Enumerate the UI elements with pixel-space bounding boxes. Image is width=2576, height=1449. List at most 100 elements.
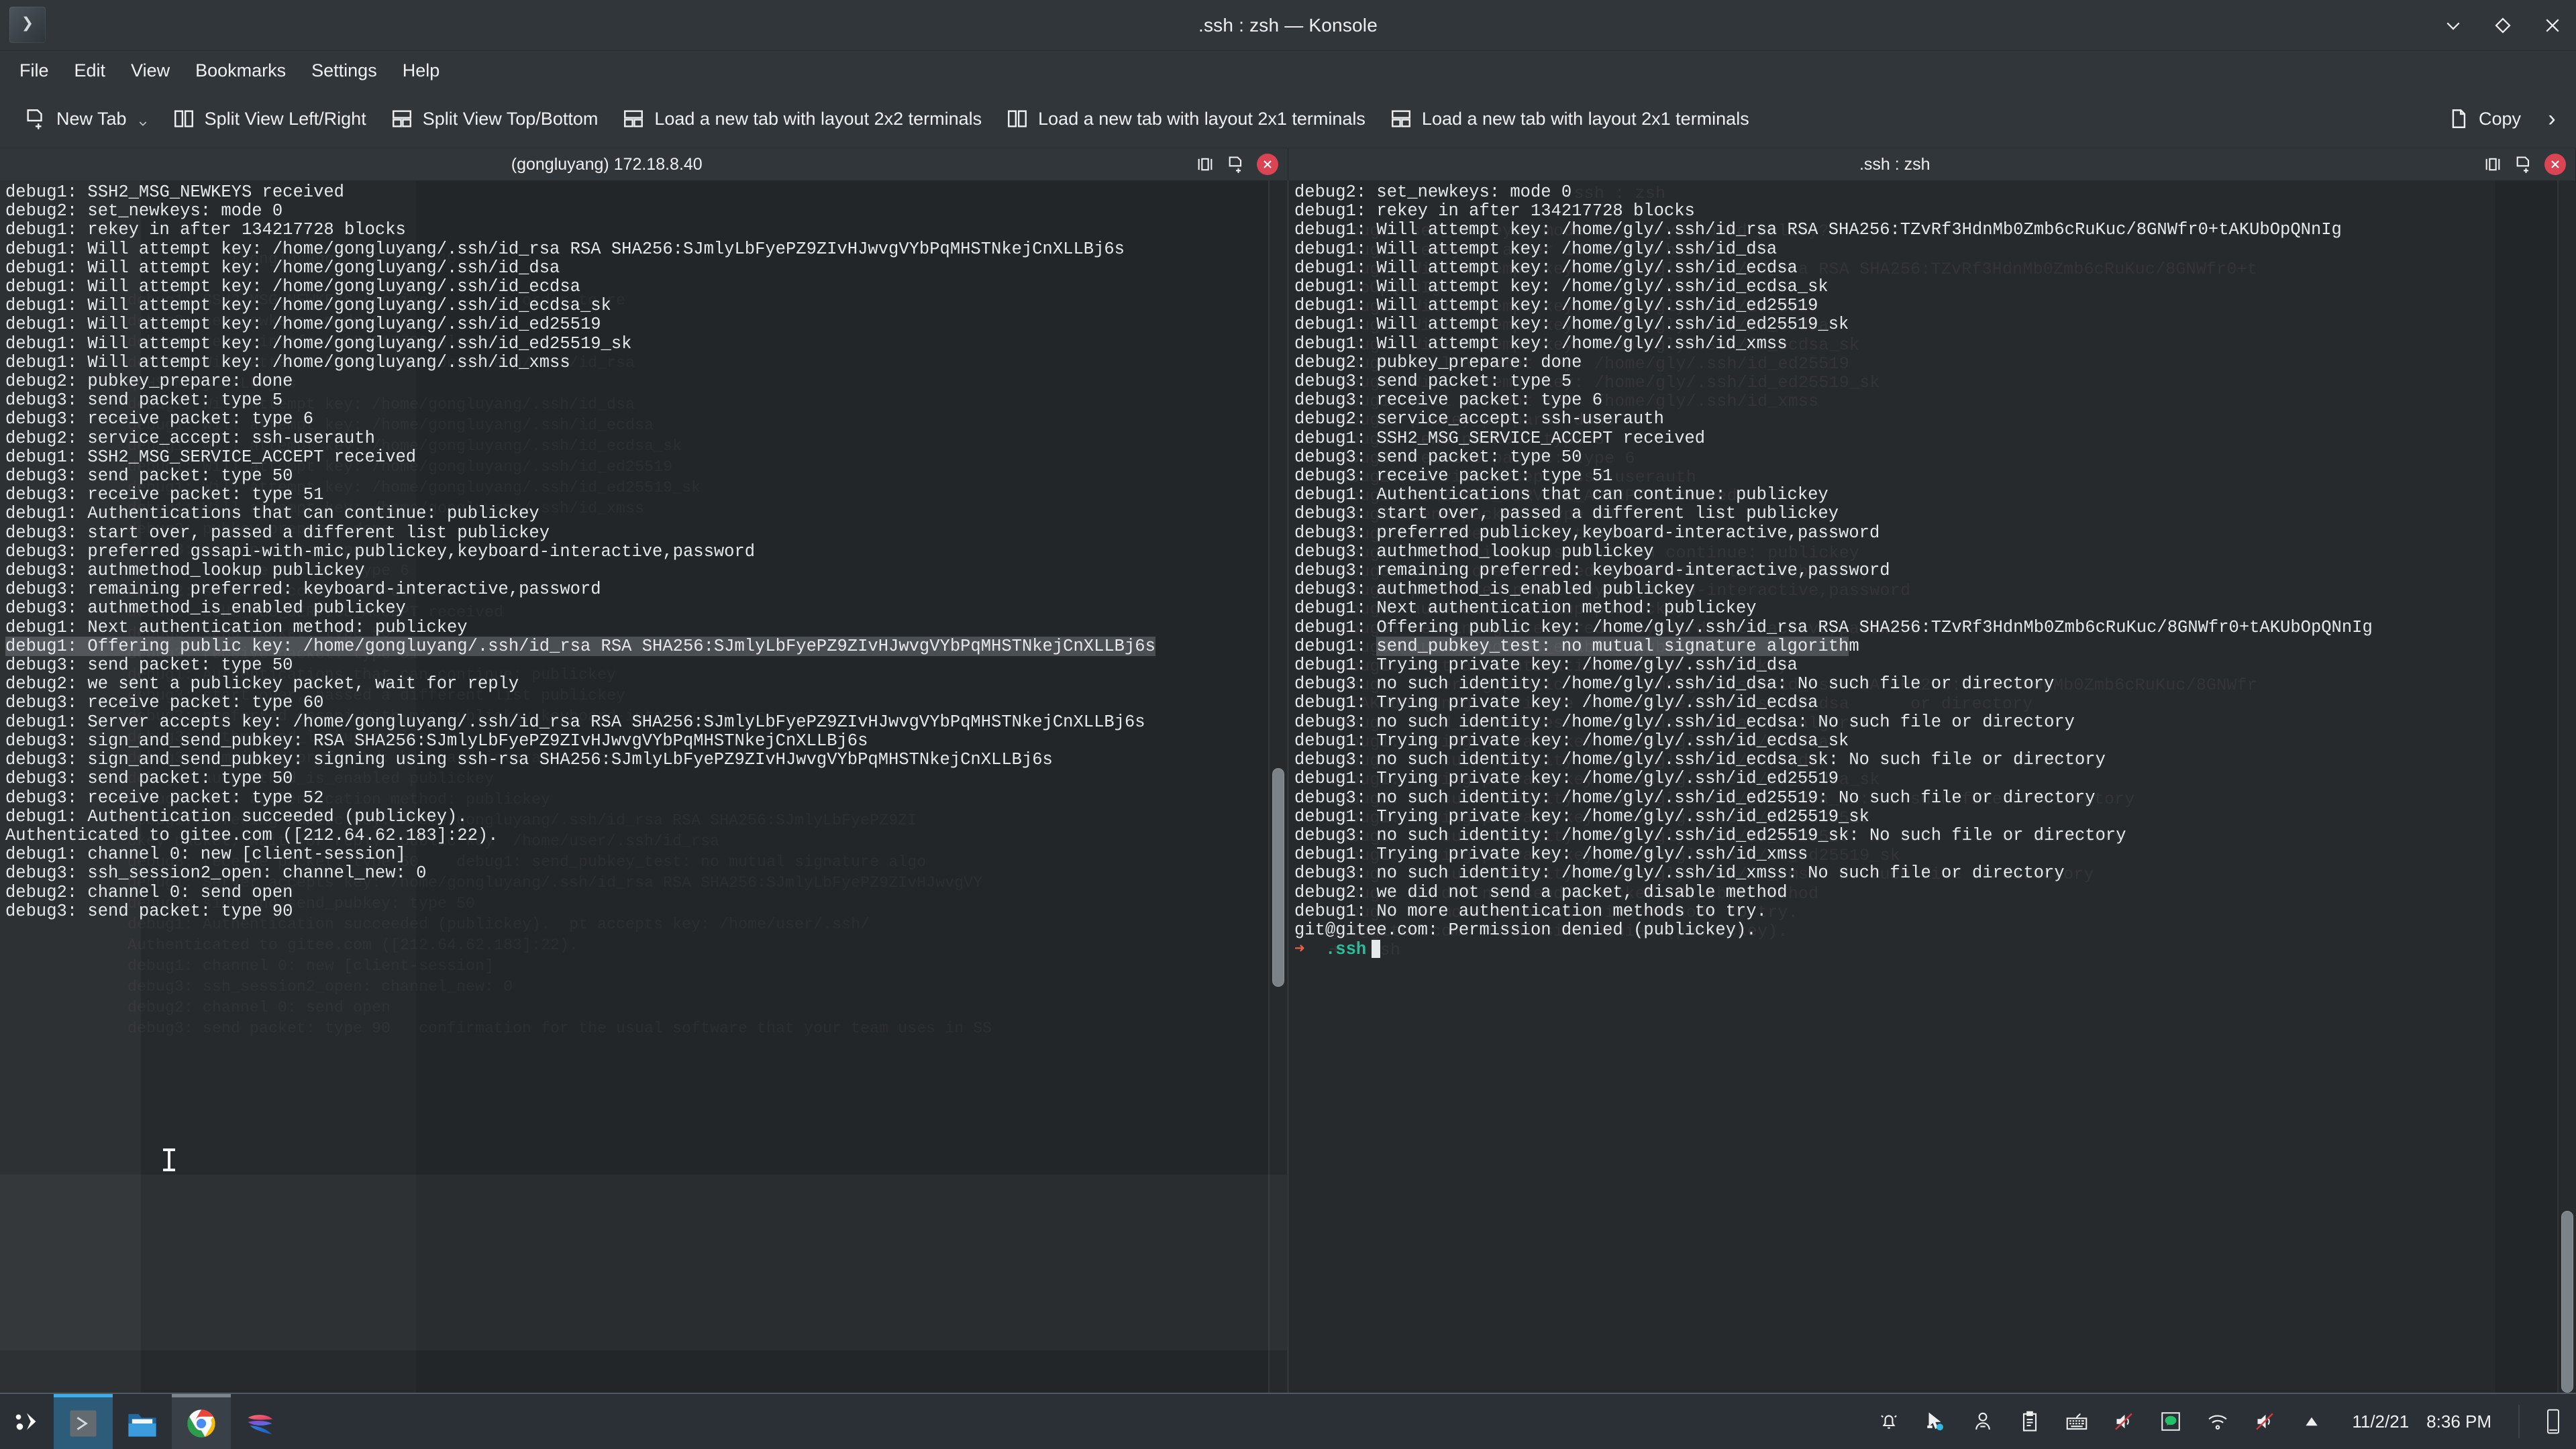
close-button[interactable] xyxy=(2541,14,2564,37)
terminal-left-scrollbar[interactable] xyxy=(1270,180,1287,1393)
terminal-line: debug3: receive packet: type 52 xyxy=(5,788,324,808)
terminal-line: debug3: receive packet: type 60 xyxy=(5,693,324,713)
clock-date: 11/2/21 xyxy=(2352,1411,2410,1432)
terminal-line: debug1: Will attempt key: /home/gly/.ssh… xyxy=(1294,296,1818,316)
layout-2x2-icon xyxy=(622,107,645,130)
terminal-line: Authenticated to gitee.com ([212.64.62.1… xyxy=(5,825,499,845)
terminal-line: debug1: Will attempt key: /home/gly/.ssh… xyxy=(1294,315,1849,335)
terminal-line: debug1: Will attempt key: /home/gly/.ssh… xyxy=(1294,333,1788,354)
volume-muted-icon[interactable] xyxy=(2110,1408,2137,1435)
new-tab-icon xyxy=(24,107,47,130)
taskbar-item-google-chrome[interactable] xyxy=(172,1394,231,1449)
tray-expand-icon[interactable] xyxy=(2298,1408,2325,1435)
tab-gongluyang[interactable]: (gongluyang) 172.18.8.40 xyxy=(0,148,1288,180)
toolbar-overflow-icon[interactable]: › xyxy=(2534,99,2569,139)
taskbar-item-konsole[interactable] xyxy=(54,1394,113,1449)
terminal-line: debug3: send packet: type 50 xyxy=(5,466,293,486)
terminal-line: debug3: no such identity: /home/gly/.ssh… xyxy=(1294,674,2055,694)
menu-view[interactable]: View xyxy=(118,56,183,85)
terminal-line: debug3: no such identity: /home/gly/.ssh… xyxy=(1294,712,2075,732)
terminal-line: debug3: send packet: type 90 xyxy=(5,901,293,921)
terminal-line: debug1: Will attempt key: /home/gongluya… xyxy=(5,333,632,354)
mouse-ibeam-cursor xyxy=(163,1148,175,1171)
network-wifi-icon[interactable] xyxy=(2204,1408,2231,1435)
terminal-pane-left[interactable]: (gongluyang) 172.18.8.40 debug1: SSH2_MS… xyxy=(0,180,1289,1393)
layout-2x2-button[interactable]: Load a new tab with layout 2x2 terminals xyxy=(611,101,992,136)
terminal-prompt-line[interactable]: ➜ .ssh xyxy=(1294,940,2576,959)
copy-button[interactable]: Copy xyxy=(2436,101,2532,136)
close-tab-icon[interactable] xyxy=(1256,154,1278,175)
terminal-line: debug1: channel 0: new [client-session] xyxy=(5,845,406,865)
terminal-line: debug3: receive packet: type 51 xyxy=(1294,466,1613,486)
taskbar-item-file-manager[interactable] xyxy=(113,1394,172,1449)
keyboard-layout-icon[interactable] xyxy=(2063,1408,2090,1435)
layout-2x1-v-icon xyxy=(1006,107,1029,130)
menu-settings[interactable]: Settings xyxy=(299,56,390,85)
maximize-button[interactable] xyxy=(2491,14,2514,37)
detach-tab-icon[interactable] xyxy=(1195,154,1215,174)
terminal-right-scroll-thumb[interactable] xyxy=(2561,1210,2573,1393)
layout-2x1-v-label: Load a new tab with layout 2x1 terminals xyxy=(1038,108,1366,129)
terminal-line: debug3: send packet: type 50 xyxy=(5,655,293,676)
tab-bar: (gongluyang) 172.18.8.40 .ssh : zsh xyxy=(0,148,2576,180)
taskbar-item-sublime-text[interactable] xyxy=(231,1394,290,1449)
terminal-line: debug3: send packet: type 5 xyxy=(5,390,283,411)
new-tab-label: New Tab xyxy=(56,108,127,129)
terminal-line: debug1: Will attempt key: /home/gly/.ssh… xyxy=(1294,277,1828,297)
layout-2x1-horizontal-button[interactable]: Load a new tab with layout 2x1 terminals xyxy=(1379,101,1760,136)
layout-2x1-h-label: Load a new tab with layout 2x1 terminals xyxy=(1421,108,1749,129)
digital-clock[interactable]: 11/2/21 8:36 PM xyxy=(2345,1411,2498,1432)
kde-application-launcher[interactable] xyxy=(0,1394,54,1449)
terminal-line: debug3: authmethod_is_enabled publickey xyxy=(5,598,406,619)
terminal-line: debug1: SSH2_MSG_SERVICE_ACCEPT received xyxy=(1294,428,1706,448)
detach-tab-icon[interactable] xyxy=(2483,154,2503,174)
terminal-line: debug1: Trying private key: /home/gly/.s… xyxy=(1294,655,1798,676)
terminal-line: debug1: Will attempt key: /home/gongluya… xyxy=(5,352,570,372)
terminal-line: debug1: SSH2_MSG_NEWKEYS received xyxy=(5,182,344,202)
layout-2x1-vertical-button[interactable]: Load a new tab with layout 2x1 terminals xyxy=(995,101,1376,136)
mouse-cursor-icon[interactable] xyxy=(1922,1408,1949,1435)
terminal-line: debug3: start over, passed a different l… xyxy=(5,523,550,543)
split-view-top-bottom-button[interactable]: Split View Top/Bottom xyxy=(380,101,609,136)
terminal-line: debug3: sign_and_send_pubkey: signing us… xyxy=(5,750,1053,770)
close-tab-icon[interactable] xyxy=(2544,154,2566,175)
terminal-left-band-shade xyxy=(0,1175,1287,1350)
terminal-line: debug3: sign_and_send_pubkey: RSA SHA256… xyxy=(5,731,868,751)
split-view-left-right-button[interactable]: Split View Left/Right xyxy=(162,101,377,136)
new-tab-icon[interactable] xyxy=(1226,154,1246,174)
terminal-line: debug1: Trying private key: /home/gly/.s… xyxy=(1294,845,1808,865)
title-bar: ❯ .ssh : zsh — Konsole xyxy=(0,0,2576,51)
tab-ssh-zsh[interactable]: .ssh : zsh xyxy=(1288,148,2576,180)
copy-icon xyxy=(2446,107,2469,130)
chevron-down-icon[interactable] xyxy=(138,118,148,129)
menu-help[interactable]: Help xyxy=(390,56,453,85)
konsole-window: ❯ .ssh : zsh — Konsole File Edit View Bo… xyxy=(0,0,2576,1449)
terminal-line: debug3: remaining preferred: keyboard-in… xyxy=(1294,561,1890,581)
terminal-line: debug3: no such identity: /home/gly/.ssh… xyxy=(1294,788,2096,808)
minimize-button[interactable] xyxy=(2442,14,2465,37)
terminal-pane-right[interactable]: .ssh : zsh debug2: set_newkeys: mode 0 y… xyxy=(1289,180,2576,1393)
terminal-right-scrollbar[interactable] xyxy=(2559,180,2576,1393)
notifications-icon[interactable] xyxy=(1875,1408,1902,1435)
main-toolbar: New Tab Split View Left/Right Split View… xyxy=(0,90,2576,148)
new-tab-icon[interactable] xyxy=(2514,154,2534,174)
konsole-prompt-icon: ❯ xyxy=(9,7,46,43)
user-status-icon[interactable] xyxy=(1969,1408,1996,1435)
terminal-line: debug3: start over, passed a different l… xyxy=(1294,504,1839,524)
terminal-line: debug2: we did not send a packet, disabl… xyxy=(1294,882,1788,902)
menu-edit[interactable]: Edit xyxy=(62,56,119,85)
terminal-left-scroll-thumb[interactable] xyxy=(1272,768,1284,987)
menu-file[interactable]: File xyxy=(7,56,62,85)
show-desktop-icon[interactable] xyxy=(2540,1408,2567,1435)
terminal-line: debug1: Trying private key: /home/gly/.s… xyxy=(1294,806,1869,826)
clipboard-icon[interactable] xyxy=(2016,1408,2043,1435)
terminal-line: debug1: Will attempt key: /home/gongluya… xyxy=(5,258,560,278)
new-tab-button[interactable]: New Tab xyxy=(13,101,159,136)
wechat-icon[interactable] xyxy=(2157,1408,2184,1435)
clock-time: 8:36 PM xyxy=(2426,1411,2491,1432)
split-tb-label: Split View Top/Bottom xyxy=(422,108,599,129)
menu-bookmarks[interactable]: Bookmarks xyxy=(183,56,299,85)
prompt-arrow: ➜ xyxy=(1294,940,1305,960)
terminal-line: debug1: Will attempt key: /home/gly/.ssh… xyxy=(1294,258,1798,278)
microphone-muted-icon[interactable] xyxy=(2251,1408,2278,1435)
